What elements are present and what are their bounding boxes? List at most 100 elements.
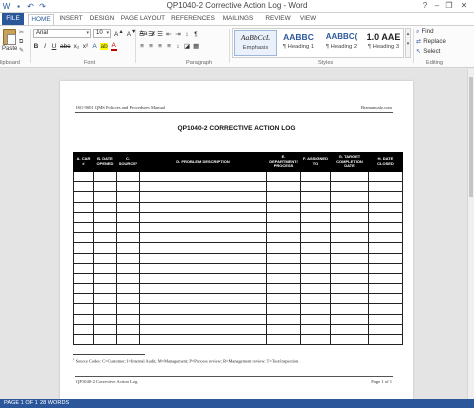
table-cell[interactable] (116, 242, 140, 254)
table-cell[interactable] (266, 170, 301, 183)
table-cell[interactable] (73, 170, 94, 183)
font-size-box[interactable]: 10 ▾ (93, 29, 111, 38)
style-heading-2[interactable]: AABBC( ¶ Heading 2 (320, 30, 363, 56)
table-cell[interactable] (266, 283, 301, 295)
tab-references[interactable]: REFERENCES (170, 13, 216, 25)
table-cell[interactable] (116, 201, 140, 213)
style-heading-3[interactable]: 1.0 AAE ¶ Heading 3 (362, 30, 405, 56)
shading-icon[interactable]: ◪ (184, 42, 190, 50)
superscript-button[interactable]: x² (82, 43, 88, 50)
table-cell[interactable] (139, 252, 267, 264)
table-cell[interactable] (300, 293, 331, 305)
table-cell[interactable] (93, 191, 117, 203)
text-effects-button[interactable]: A (91, 43, 97, 50)
table-cell[interactable] (73, 323, 94, 336)
table-cell[interactable] (73, 221, 94, 234)
table-cell[interactable] (368, 201, 403, 213)
table-cell[interactable] (300, 303, 331, 315)
table-cell[interactable] (93, 201, 117, 213)
table-cell[interactable] (266, 242, 301, 254)
table-cell[interactable] (300, 262, 331, 274)
table-cell[interactable] (139, 181, 267, 193)
table-cell[interactable] (73, 201, 94, 213)
table-cell[interactable] (116, 232, 140, 244)
table-cell[interactable] (73, 333, 94, 346)
table-cell[interactable] (73, 181, 94, 193)
tab-mailings[interactable]: MAILINGS (218, 13, 258, 25)
table-cell[interactable] (300, 333, 331, 346)
bullets-icon[interactable]: ☰ (139, 30, 145, 38)
table-cell[interactable] (330, 293, 369, 305)
table-cell[interactable] (116, 181, 140, 193)
borders-icon[interactable]: ▦ (193, 42, 199, 50)
table-cell[interactable] (116, 272, 140, 285)
table-cell[interactable] (368, 170, 403, 183)
table-cell[interactable] (330, 232, 369, 244)
table-cell[interactable] (330, 262, 369, 274)
table-cell[interactable] (300, 323, 331, 336)
font-name-box[interactable]: Arial ▾ (33, 29, 91, 38)
table-cell[interactable] (266, 221, 301, 234)
tab-insert[interactable]: INSERT (58, 13, 84, 25)
table-cell[interactable] (139, 242, 267, 254)
scrollbar-thumb[interactable] (469, 77, 473, 197)
cut-icon[interactable]: ✂ (19, 30, 26, 36)
table-cell[interactable] (116, 191, 140, 203)
minimize-button[interactable]: – (432, 0, 442, 11)
highlight-button[interactable]: ab (100, 43, 108, 50)
justify-icon[interactable]: ≡ (166, 43, 172, 50)
table-cell[interactable] (330, 303, 369, 315)
copy-icon[interactable]: ⧉ (19, 39, 26, 45)
table-cell[interactable] (266, 323, 301, 336)
table-cell[interactable] (93, 262, 117, 274)
table-cell[interactable] (93, 313, 117, 325)
document-page[interactable]: ISO 9001 QMS Policies and Procedures Man… (60, 81, 413, 399)
style-heading-1[interactable]: AABBC ¶ Heading 1 (277, 30, 320, 56)
table-cell[interactable] (139, 333, 267, 346)
table-cell[interactable] (330, 252, 369, 264)
table-cell[interactable] (266, 211, 301, 223)
table-cell[interactable] (300, 242, 331, 254)
tab-view[interactable]: VIEW (296, 13, 320, 25)
table-cell[interactable] (116, 262, 140, 274)
table-cell[interactable] (300, 232, 331, 244)
multilevel-list-icon[interactable]: ☰ (157, 30, 163, 38)
table-cell[interactable] (93, 252, 117, 264)
table-cell[interactable] (266, 313, 301, 325)
show-marks-icon[interactable]: ¶ (193, 31, 199, 38)
table-cell[interactable] (300, 313, 331, 325)
table-cell[interactable] (116, 313, 140, 325)
paste-icon[interactable] (3, 29, 16, 45)
table-cell[interactable] (73, 293, 94, 305)
table-cell[interactable] (330, 242, 369, 254)
table-cell[interactable] (93, 242, 117, 254)
chevron-down-icon[interactable]: ▾ (86, 30, 89, 37)
table-cell[interactable] (300, 201, 331, 213)
table-cell[interactable] (93, 181, 117, 193)
table-cell[interactable] (73, 242, 94, 254)
format-painter-icon[interactable]: ✎ (19, 48, 26, 54)
replace-button[interactable]: ⇄ Replace (416, 38, 446, 45)
table-cell[interactable] (139, 272, 267, 285)
table-cell[interactable] (116, 221, 140, 234)
table-cell[interactable] (139, 211, 267, 223)
table-cell[interactable] (330, 283, 369, 295)
table-cell[interactable] (300, 191, 331, 203)
table-cell[interactable] (266, 232, 301, 244)
grow-font-icon[interactable]: A▲ (114, 29, 124, 38)
table-cell[interactable] (330, 221, 369, 234)
table-cell[interactable] (368, 262, 403, 274)
table-cell[interactable] (330, 201, 369, 213)
table-cell[interactable] (330, 323, 369, 336)
strikethrough-button[interactable]: abc (60, 43, 70, 50)
italic-button[interactable]: I (42, 43, 48, 50)
table-cell[interactable] (116, 170, 140, 183)
table-cell[interactable] (300, 181, 331, 193)
table-cell[interactable] (368, 313, 403, 325)
table-cell[interactable] (116, 303, 140, 315)
table-cell[interactable] (368, 283, 403, 295)
table-cell[interactable] (73, 303, 94, 315)
chevron-down-icon[interactable]: ▾ (106, 30, 109, 37)
table-cell[interactable] (139, 323, 267, 336)
increase-indent-icon[interactable]: ⇥ (175, 30, 181, 38)
